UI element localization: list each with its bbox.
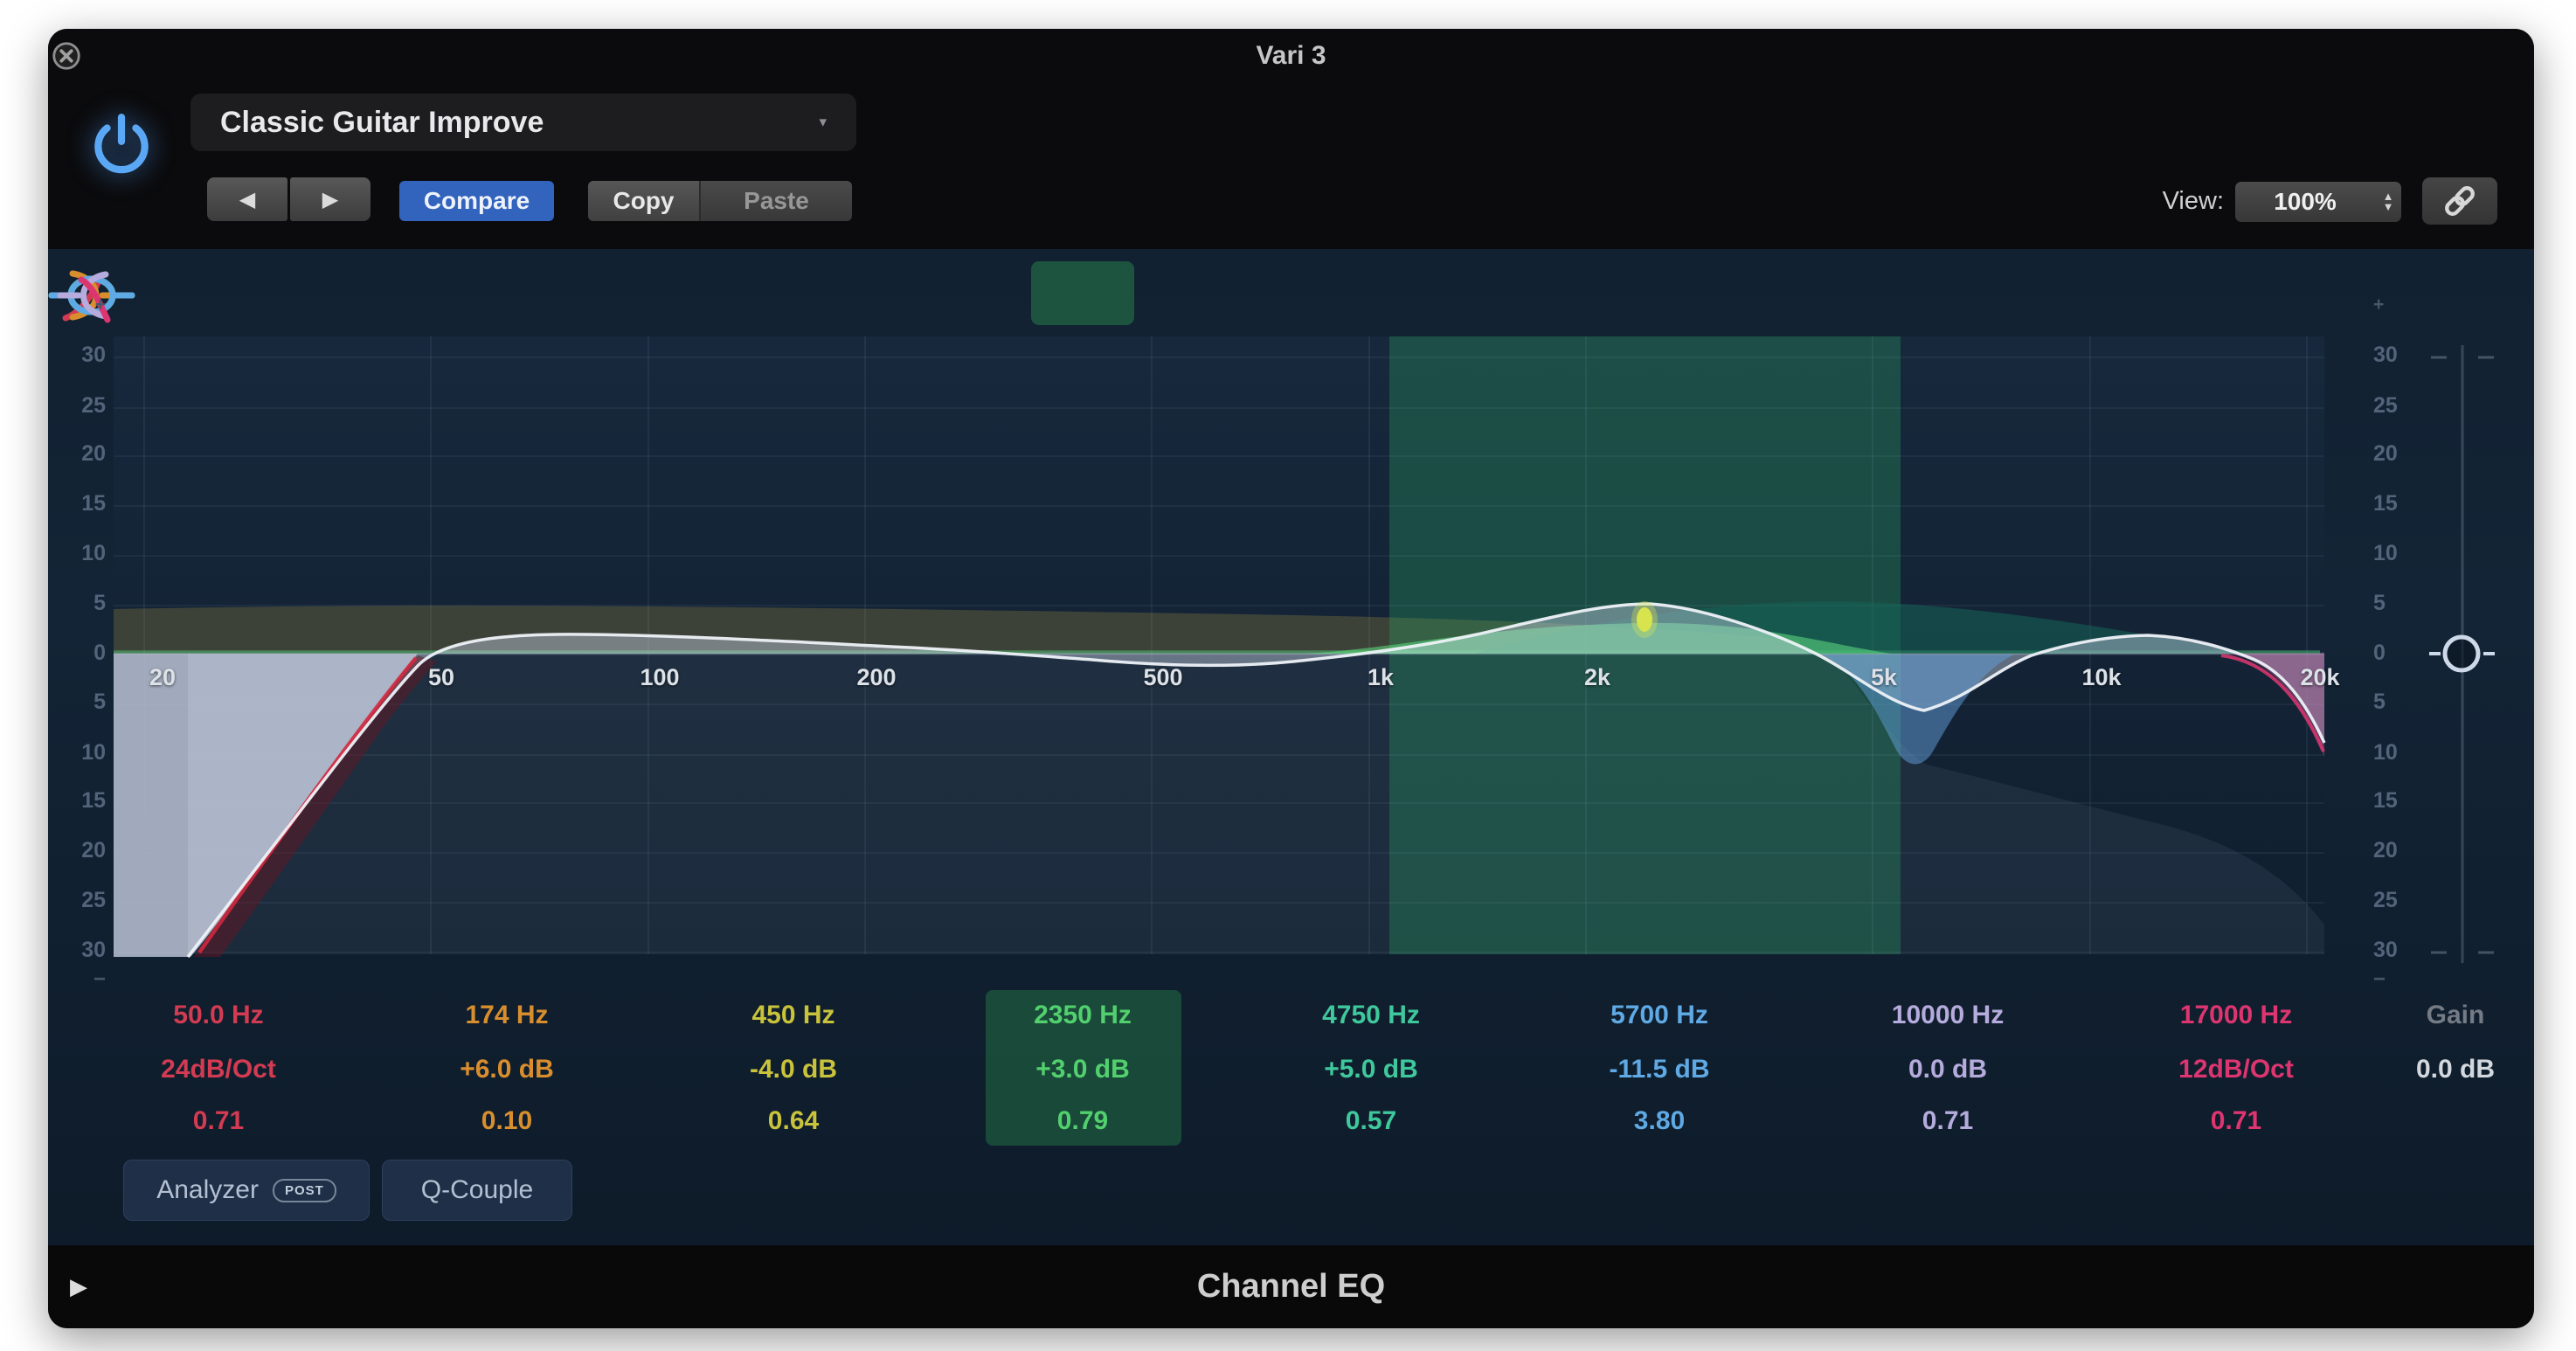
db-tick-label: 10 bbox=[48, 541, 109, 566]
band-column: 10000 Hz 0.0 dB 0.71 bbox=[1843, 1001, 2053, 1149]
db-tick-label: 0 bbox=[48, 641, 109, 666]
db-tick-label: + bbox=[48, 294, 109, 315]
master-gain-readout: Gain 0.0 dB bbox=[2351, 1001, 2534, 1149]
band-gain-value[interactable]: +6.0 dB bbox=[402, 1055, 612, 1084]
band-frequency-value[interactable]: 5700 Hz bbox=[1555, 1001, 1764, 1030]
db-tick-label: 20 bbox=[2368, 441, 2429, 467]
frequency-tick-label: 50 bbox=[402, 664, 481, 691]
band-gain-value[interactable]: -4.0 dB bbox=[689, 1055, 898, 1084]
band-column: 17000 Hz 12dB/Oct 0.71 bbox=[2131, 1001, 2341, 1149]
band-gain-value[interactable]: +5.0 dB bbox=[1266, 1055, 1476, 1084]
band-column: 450 Hz -4.0 dB 0.64 bbox=[689, 1001, 898, 1149]
band-q-value[interactable]: 0.79 bbox=[978, 1106, 1188, 1136]
db-tick-label: 30 bbox=[48, 343, 109, 368]
db-tick-label: 5 bbox=[2368, 591, 2429, 616]
db-tick-label: 20 bbox=[48, 838, 109, 863]
frequency-tick-label: 5k bbox=[1845, 664, 1923, 691]
db-tick-label: + bbox=[2368, 294, 2429, 315]
db-tick-label: 25 bbox=[2368, 393, 2429, 419]
analyzer-button[interactable]: Analyzer POST bbox=[123, 1160, 370, 1221]
db-tick-label: 15 bbox=[48, 788, 109, 814]
band-gain-value[interactable]: +3.0 dB bbox=[978, 1055, 1188, 1084]
band-q-value[interactable]: 3.80 bbox=[1555, 1106, 1764, 1136]
analyzer-mode-badge[interactable]: POST bbox=[273, 1179, 336, 1202]
band-gain-value[interactable]: 0.0 dB bbox=[1843, 1055, 2053, 1084]
db-tick-label: 25 bbox=[2368, 888, 2429, 913]
frequency-tick-label: 100 bbox=[620, 664, 699, 691]
band-q-value[interactable]: 0.57 bbox=[1266, 1106, 1476, 1136]
db-tick-label: 20 bbox=[48, 441, 109, 467]
band-column: 2350 Hz +3.0 dB 0.79 bbox=[978, 1001, 1188, 1149]
band-gain-value[interactable]: 24dB/Oct bbox=[114, 1055, 323, 1084]
frequency-tick-label: 2k bbox=[1558, 664, 1637, 691]
db-tick-label: 5 bbox=[48, 591, 109, 616]
gain-value[interactable]: 0.0 dB bbox=[2351, 1055, 2534, 1084]
db-tick-label: 25 bbox=[48, 393, 109, 419]
analyzer-label: Analyzer bbox=[156, 1175, 259, 1205]
master-gain-slider[interactable] bbox=[2429, 345, 2495, 963]
band-frequency-value[interactable]: 174 Hz bbox=[402, 1001, 612, 1030]
band-frequency-value[interactable]: 2350 Hz bbox=[978, 1001, 1188, 1030]
band-q-value[interactable]: 0.64 bbox=[689, 1106, 898, 1136]
band4-control-handle[interactable] bbox=[1637, 607, 1652, 632]
band-column: 174 Hz +6.0 dB 0.10 bbox=[402, 1001, 612, 1149]
band-column: 4750 Hz +5.0 dB 0.57 bbox=[1266, 1001, 1476, 1149]
db-tick-label: − bbox=[48, 967, 109, 992]
gain-label: Gain bbox=[2351, 1001, 2534, 1030]
band-q-value[interactable]: 0.71 bbox=[1843, 1106, 2053, 1136]
band-q-value[interactable]: 0.71 bbox=[2131, 1106, 2341, 1136]
band-q-value[interactable]: 0.71 bbox=[114, 1106, 323, 1136]
db-tick-label: 30 bbox=[48, 938, 109, 963]
frequency-tick-label: 200 bbox=[837, 664, 916, 691]
db-tick-label: 0 bbox=[2368, 641, 2429, 666]
db-tick-label: 10 bbox=[2368, 541, 2429, 566]
db-tick-label: 10 bbox=[48, 740, 109, 766]
band-column: 5700 Hz -11.5 dB 3.80 bbox=[1555, 1001, 1764, 1149]
band-frequency-value[interactable]: 50.0 Hz bbox=[114, 1001, 323, 1030]
frequency-tick-label: 500 bbox=[1124, 664, 1202, 691]
band-q-value[interactable]: 0.10 bbox=[402, 1106, 612, 1136]
db-tick-label: 25 bbox=[48, 888, 109, 913]
band-frequency-value[interactable]: 4750 Hz bbox=[1266, 1001, 1476, 1030]
frequency-tick-label: 20 bbox=[123, 664, 202, 691]
band-frequency-value[interactable]: 10000 Hz bbox=[1843, 1001, 2053, 1030]
frequency-tick-label: 20k bbox=[2281, 664, 2359, 691]
db-tick-label: 20 bbox=[2368, 838, 2429, 863]
q-couple-button[interactable]: Q-Couple bbox=[382, 1160, 572, 1221]
db-tick-label: 15 bbox=[2368, 491, 2429, 516]
band-readouts: 50.0 Hz 24dB/Oct 0.71 174 Hz +6.0 dB 0.1… bbox=[48, 1001, 2534, 1154]
frequency-tick-label: 1k bbox=[1341, 664, 1420, 691]
frequency-tick-label: 10k bbox=[2062, 664, 2141, 691]
db-tick-label: 15 bbox=[48, 491, 109, 516]
band-frequency-value[interactable]: 17000 Hz bbox=[2131, 1001, 2341, 1030]
band-column: 50.0 Hz 24dB/Oct 0.71 bbox=[114, 1001, 323, 1149]
db-tick-label: 10 bbox=[2368, 740, 2429, 766]
db-tick-label: − bbox=[2368, 967, 2429, 992]
frequency-axis: 20 50 100 200 500 1k 2k 5k 10k 20k bbox=[48, 664, 2534, 696]
band-frequency-value[interactable]: 450 Hz bbox=[689, 1001, 898, 1030]
plugin-name: Channel EQ bbox=[48, 1245, 2534, 1328]
band-gain-value[interactable]: -11.5 dB bbox=[1555, 1055, 1764, 1084]
db-tick-label: 30 bbox=[2368, 343, 2429, 368]
db-tick-label: 15 bbox=[2368, 788, 2429, 814]
plugin-window: Vari 3 Classic Guitar Improve ▾ ◀ ▶ Comp… bbox=[48, 29, 2534, 1328]
band-gain-value[interactable]: 12dB/Oct bbox=[2131, 1055, 2341, 1084]
db-tick-label: 30 bbox=[2368, 938, 2429, 963]
